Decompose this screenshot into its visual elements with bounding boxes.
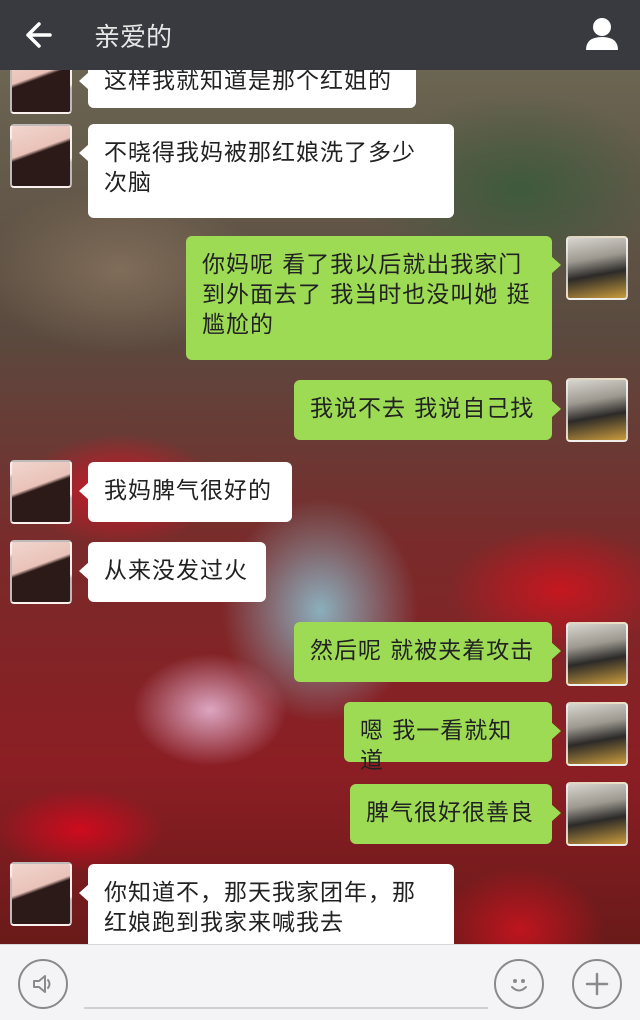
message-text: 你知道不，那天我家团年，那红娘跑到我家来喊我去: [104, 880, 416, 936]
avatar[interactable]: [10, 124, 72, 188]
message-text: 这样我就知道是那个红姐的: [104, 70, 392, 94]
message-bubble[interactable]: 你知道不，那天我家团年，那红娘跑到我家来喊我去: [79, 864, 454, 944]
message-text: 脾气很好很善良: [366, 800, 534, 826]
message-bubble[interactable]: 脾气很好很善良: [350, 784, 561, 844]
message-text: 你妈呢 看了我以后就出我家门到外面去了 我当时也没叫她 挺尴尬的: [202, 252, 531, 338]
person-icon[interactable]: [582, 14, 622, 54]
message-bubble[interactable]: 这样我就知道是那个红姐的: [79, 70, 416, 108]
message-bubble[interactable]: 从来没发过火: [79, 542, 266, 602]
message-input[interactable]: [84, 965, 488, 1009]
top-bar: 亲爱的: [0, 0, 640, 70]
avatar[interactable]: [566, 702, 628, 766]
message-bubble[interactable]: 你妈呢 看了我以后就出我家门到外面去了 我当时也没叫她 挺尴尬的: [186, 236, 561, 360]
message-text: 嗯 我一看就知道: [360, 718, 513, 774]
avatar[interactable]: [566, 378, 628, 442]
avatar[interactable]: [566, 782, 628, 846]
chat-title: 亲爱的: [94, 22, 173, 53]
message-bubble[interactable]: 我说不去 我说自己找: [294, 380, 561, 440]
avatar[interactable]: [10, 862, 72, 926]
message-bubble[interactable]: 嗯 我一看就知道: [344, 702, 561, 774]
message-bubble[interactable]: 不晓得我妈被那红娘洗了多少次脑: [79, 124, 454, 218]
avatar[interactable]: [10, 460, 72, 524]
back-arrow-icon[interactable]: [0, 0, 76, 70]
message-text: 不晓得我妈被那红娘洗了多少次脑: [104, 140, 416, 196]
message-text: 我说不去 我说自己找: [310, 396, 535, 422]
message-bubble[interactable]: 然后呢 就被夹着攻击: [294, 622, 561, 682]
avatar[interactable]: [566, 236, 628, 300]
voice-icon[interactable]: [18, 959, 68, 1009]
chat-area[interactable]: 这样我就知道是那个红姐的 不晓得我妈被那红娘洗了多少次脑 你妈呢 看了我以后就出…: [0, 70, 640, 944]
avatar[interactable]: [566, 622, 628, 686]
avatar[interactable]: [10, 70, 72, 114]
message-text: 然后呢 就被夹着攻击: [310, 638, 535, 664]
emoji-icon[interactable]: [494, 959, 544, 1009]
plus-icon[interactable]: [572, 959, 622, 1009]
message-text: 从来没发过火: [104, 558, 248, 584]
message-text: 我妈脾气很好的: [104, 478, 272, 504]
message-bubble[interactable]: 我妈脾气很好的: [79, 462, 292, 522]
input-bar: [0, 944, 640, 1020]
avatar[interactable]: [10, 540, 72, 604]
